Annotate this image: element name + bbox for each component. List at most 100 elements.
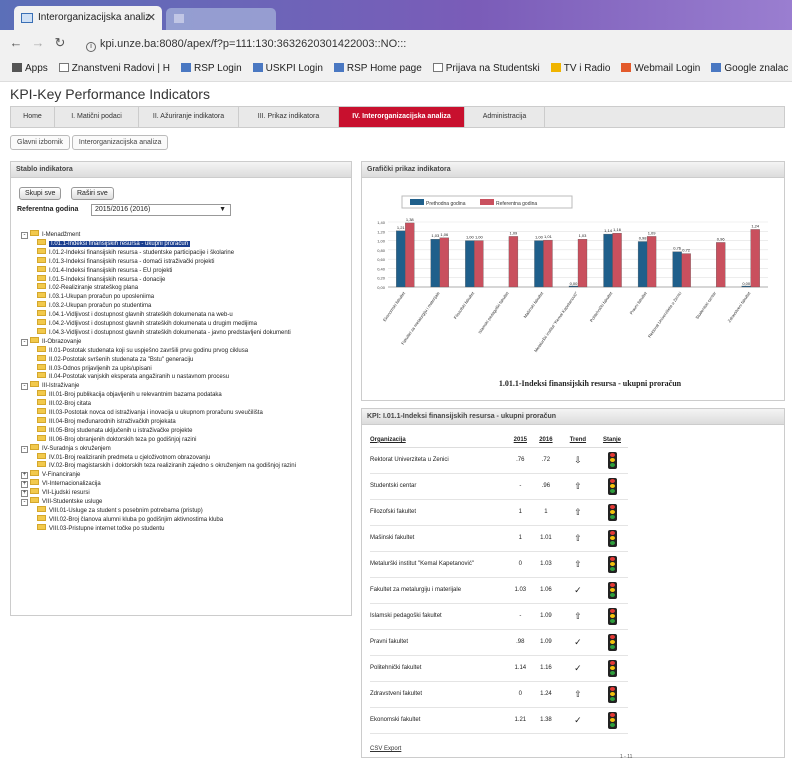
tree-item[interactable]: II.02-Postotak svršenih studenata za "Bs… [37,354,193,364]
ref-year-select[interactable]: 2015/2016 (2016) ▼ [91,204,231,216]
breadcrumb-item[interactable]: Glavni izbornik [10,135,70,150]
bookmark-item[interactable]: Apps [12,63,48,74]
menu-tab[interactable]: Home [11,107,55,127]
tree-label: I.01.1-Indeksi finansijskih resursa - uk… [49,240,191,247]
tree-item[interactable]: III.02-Broj citata [37,399,91,408]
expand-all-button[interactable]: Raširi sve [71,187,114,200]
tree-category[interactable]: + V-Financiranje [21,470,80,480]
browser-tab[interactable]: Interorganizacijska analiz ✕ [14,6,162,30]
tree-item[interactable]: VIII.02-Broj članova alumni kluba po god… [37,514,223,524]
tree-item[interactable]: I.04.2-Vidljivost i dostupnost glavnih s… [37,319,257,328]
chart-panel: Grafički prikaz indikatora Prethodna god… [361,161,785,401]
browser-tab-bar: Interorganizacijska analiz ✕ [0,0,792,30]
data-label: 1,24 [751,223,760,228]
folder-icon [37,345,46,352]
legend-swatch [480,199,494,205]
tree-category[interactable]: + VI-Internacionalizacija [21,479,101,489]
column-header[interactable]: 2015 [508,433,533,448]
tree-category[interactable]: - VIII-Studentske usluge [21,497,102,506]
bookmark-icon [711,63,722,72]
tree-item[interactable]: III.04-Broj međunarodnih istraživačkih p… [37,416,176,426]
csv-export-link[interactable]: CSV Export [370,746,401,752]
bookmark-item[interactable]: USKPI Login [252,63,323,74]
column-header[interactable]: Organizacija [370,433,509,448]
tree-category[interactable]: - I-Menadžment [21,230,80,239]
collapse-icon[interactable]: - [21,445,28,453]
trend-cell: ⇧ [559,473,596,500]
address-bar[interactable]: i kpi.unze.ba:8080/apex/f?p=111:130:36326… [78,34,458,54]
folder-icon [37,238,46,245]
tree-item[interactable]: II.03-Odnos prijavljenih za upis/upisani [37,363,152,373]
tree-item[interactable]: I.01.3-Indeksi finansijskih resursa - do… [37,256,214,266]
folder-icon [37,301,46,308]
tree-item[interactable]: III.03-Postotak novca od istraživanja i … [37,408,263,417]
folder-icon [37,452,46,459]
tree-item[interactable]: IV.01-Broj realiziranih predmeta u cjelo… [37,452,211,462]
tree-item[interactable]: I.03.1-Ukupan proračun po uposleniima [37,292,154,301]
bookmark-item[interactable]: Webmail Login [621,63,700,74]
bookmark-item[interactable]: Prijava na Studentski [432,63,540,74]
tree-item[interactable]: III.05-Broj studenata uključenih u istra… [37,425,192,435]
bookmark-item[interactable]: Znanstveni Radovi | H [58,63,170,74]
column-header[interactable]: 2016 [532,433,560,448]
tree-item[interactable]: I.04.1-Vidljivost i dostupnost glavnih s… [37,310,233,319]
tree-label: IV.01-Broj realiziranih predmeta u cjelo… [49,454,211,461]
tree-label: III.04-Broj međunarodnih istraživačkih p… [49,418,176,425]
tree-item[interactable]: II.01-Postotak studenata koji su uspješn… [37,345,248,355]
reload-icon[interactable]: ↻ [52,35,68,51]
bookmark-icon [181,63,191,72]
tree-category[interactable]: - III-Istraživanje [21,381,79,391]
bookmark-item[interactable]: RSP Home page [333,63,422,74]
browser-tab-inactive[interactable] [166,8,276,30]
tree-item[interactable]: I.01.5-Indeksi finansijskih resursa - do… [37,274,165,284]
tree-item[interactable]: IV.02-Broj magistarskih i doktorskih tez… [37,461,296,470]
tree-item[interactable]: II.04-Postotak vanjskih eksperata angaži… [37,372,229,381]
tree-category[interactable]: - II-Obrazovanje [21,336,81,346]
status-cell [596,525,628,552]
folder-icon [37,425,46,432]
bookmark-item[interactable]: TV i Radio [550,63,610,74]
tree-item[interactable]: III.01-Broj publikacija objavljenih u re… [37,390,222,399]
tree-item[interactable]: I.02-Realiziranje strateškog plana [37,283,138,292]
collapse-icon[interactable]: - [21,338,28,346]
menu-tab[interactable]: IV. Interorganizacijska analiza [339,107,465,127]
tree-item[interactable]: VIII.01-Usluge za student s posebnim pot… [37,505,203,515]
collapse-all-button[interactable]: Skupi sve [19,187,62,200]
tree-item[interactable]: I.03.2-Ukupan proračun po studentima [37,301,151,310]
tree-category[interactable]: - IV-Suradnja s okruženjem [21,443,111,453]
tree-item[interactable]: I.04.3-Vidljivost i dostupnost glavnih s… [37,327,291,337]
trend-cell: ✓ [559,707,596,734]
bookmark-item[interactable]: Google znalac [711,63,788,74]
breadcrumb-item[interactable]: Interorganizacijska analiza [71,135,169,150]
bookmark-item[interactable]: RSP Login [181,63,242,74]
menu-tab[interactable]: Administracija [465,107,545,127]
bookmark-icon [432,63,443,72]
bookmark-label: Webmail Login [634,63,701,74]
menu-tab[interactable]: III. Prikaz indikatora [239,107,339,127]
tree-category[interactable]: + VII-Ljudski resursi [21,488,90,498]
data-label: 1,14 [604,228,613,233]
trend-cell: ⇧ [559,525,596,552]
x-tick-label: Zdravstveni fakultet [727,290,752,323]
collapse-icon[interactable]: - [21,232,28,239]
table-row: Studentski centar - .96 ⇧ [370,473,628,500]
back-icon[interactable]: ← [8,35,24,50]
value-2015-cell: - [508,473,533,500]
close-icon[interactable]: ✕ [147,11,156,24]
collapse-icon[interactable]: - [21,499,28,506]
table-row: Filozofski fakultet 1 1 ⇧ [370,499,628,526]
tree-item[interactable]: I.01.2-Indeksi finansijskih resursa - st… [37,247,234,257]
tree-item[interactable]: I.01.4-Indeksi finansijskih resursa - EU… [37,265,172,275]
forward-icon[interactable]: → [30,35,46,50]
tree-item[interactable]: III.06-Broj obranjenih doktorskih teza p… [37,434,196,444]
collapse-icon[interactable]: - [21,383,28,391]
folder-icon [37,372,46,379]
menu-tab[interactable]: I. Matični podaci [55,107,139,127]
tree-item[interactable]: I.01.1-Indeksi finansijskih resursa - uk… [37,238,191,248]
data-label: 1,03 [579,233,588,238]
bookmarks-bar: Apps Znanstveni Radovi | H RSP Login USKPI … [0,58,792,82]
menu-tab[interactable]: II. Ažuriranje indikatora [139,107,239,127]
info-icon: i [86,42,96,52]
tree-item[interactable]: VIII.03-Pristupne internet točke po stud… [37,523,164,533]
table-header-row: Organizacija 2015 2016 Trend Stanje [370,433,628,448]
